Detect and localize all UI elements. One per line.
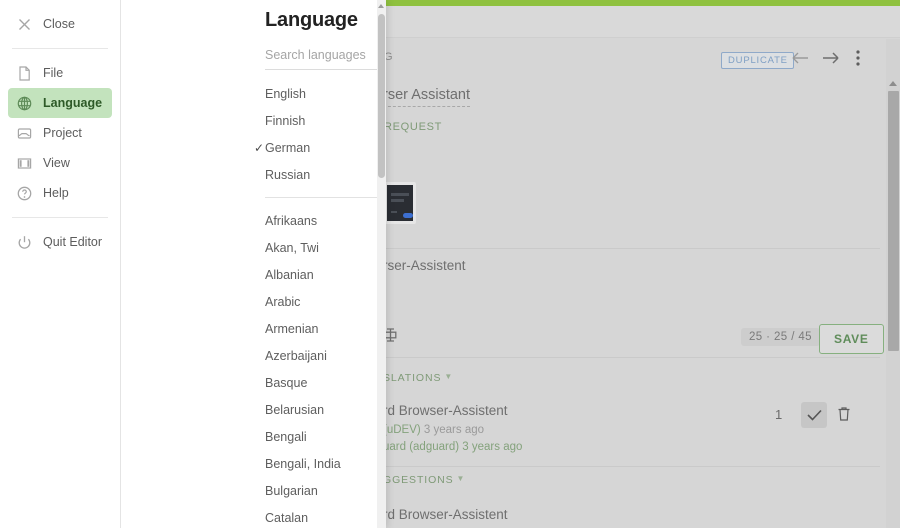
app-root: G DUPLICATE rser Assistant REQUEST rser-… [0,0,900,528]
language-option[interactable]: Finnish [121,107,386,134]
menu-item-label: File [43,66,64,80]
columns-icon [16,155,33,172]
author-time: 3 years ago [423,424,485,436]
page-title: Language [265,9,358,31]
language-option-label: Russian [265,167,311,182]
character-counter: 25 · 25 / 45 [741,328,820,346]
translations-section-header[interactable]: SLATIONS ▼ [383,372,453,384]
language-option[interactable]: Russian [121,161,386,188]
close-icon [16,16,33,33]
language-option[interactable]: ✓ German [121,134,386,161]
translation-approver: uard (adguard) 3 years ago [383,441,883,453]
menu-item-label: Language [43,96,103,110]
language-option[interactable]: Bengali, India [121,450,386,477]
language-option-label: German [265,140,311,155]
language-option[interactable]: Azerbaijani [121,342,386,369]
scroll-up-arrow-icon[interactable] [889,81,897,86]
language-option-label: Catalan [265,510,309,525]
language-option-label: English [265,86,306,101]
menu-item-language[interactable]: Language [8,88,112,118]
language-panel: Language EnglishFinnish✓GermanRussianAfr… [121,0,386,528]
language-option-label: Finnish [265,113,306,128]
language-option[interactable]: Akan, Twi [121,234,386,261]
language-option-label: Bengali [265,429,307,444]
request-link[interactable]: REQUEST [384,121,442,133]
approver-name: uard (adguard) [383,441,460,453]
language-option[interactable]: Catalan [121,504,386,528]
language-option-label: Bulgarian [265,483,318,498]
language-option[interactable]: English [121,80,386,107]
menu-item-file[interactable]: File [8,58,112,88]
approve-button[interactable] [801,402,827,428]
chevron-down-icon: ▼ [456,474,466,483]
duplicate-badge: DUPLICATE [721,52,794,69]
menu-divider [12,48,108,49]
language-option[interactable]: Arabic [121,288,386,315]
menu-item-label: Help [43,186,69,200]
language-option-label: Akan, Twi [265,240,319,255]
quit-editor-menu-item[interactable]: Quit Editor [8,227,112,257]
menu-item-help[interactable]: Help [8,178,112,208]
language-option-label: Afrikaans [265,213,318,228]
scroll-up-arrow-icon[interactable] [378,4,384,8]
target-string: rser-Assistent [383,258,466,273]
menu-item-project[interactable]: Project [8,118,112,148]
language-option-label: Armenian [265,321,319,336]
suggestions-label: GGESTIONS [383,474,454,486]
scrollbar-thumb[interactable] [378,14,385,178]
menu-item-label: Project [43,126,82,140]
divider [383,357,880,358]
close-menu-item[interactable]: Close [8,9,112,39]
more-options-icon[interactable] [855,49,861,67]
scrollbar-thumb[interactable] [888,91,899,351]
help-icon [16,185,33,202]
previous-string-icon[interactable] [790,50,810,66]
language-menu-overlay: Close File Language Project View Help Qu… [0,0,386,528]
divider [383,466,880,467]
suggestion-row[interactable]: rd Browser-Assistent [383,507,508,522]
language-option[interactable]: Albanian [121,261,386,288]
divider [383,248,880,249]
search-input[interactable] [265,48,386,70]
save-button[interactable]: SAVE [819,324,884,354]
language-option-label: Azerbaijani [265,348,327,363]
close-label: Close [43,17,75,31]
source-string: rser Assistant [383,87,471,107]
delete-translation-icon[interactable] [837,406,851,427]
menu-divider [12,217,108,218]
menu-sidebar: Close File Language Project View Help Qu… [0,0,121,528]
translations-label: SLATIONS [383,372,442,384]
screenshot-thumbnail[interactable] [384,182,416,224]
inbox-icon [16,125,33,142]
suggestions-section-header[interactable]: GGESTIONS ▼ [383,474,465,486]
power-icon [16,234,33,251]
language-option-label: Belarusian [265,402,325,417]
author-name: (uDEV) [383,424,421,436]
editor-scrollbar[interactable] [886,39,900,528]
language-option-label: Basque [265,375,308,390]
check-icon: ✓ [254,140,265,155]
menu-item-label: View [43,156,70,170]
menu-item-view[interactable]: View [8,148,112,178]
approver-time: 3 years ago [462,441,523,453]
file-icon [16,65,33,82]
next-string-icon[interactable] [821,50,841,66]
language-option[interactable]: Belarusian [121,396,386,423]
language-option[interactable]: Armenian [121,315,386,342]
language-option-label: Bengali, India [265,456,341,471]
list-divider [265,197,386,198]
globe-icon [16,95,33,112]
language-option-label: Albanian [265,267,314,282]
language-option[interactable]: Basque [121,369,386,396]
language-option-label: Arabic [265,294,301,309]
language-option[interactable]: Afrikaans [121,207,386,234]
language-list: English Finnish ✓ German Russian Afrikaans Aka… [121,80,386,528]
chevron-down-icon: ▼ [444,372,454,381]
vote-count: 1 [775,407,783,422]
quit-editor-label: Quit Editor [43,235,103,249]
language-option[interactable]: Bengali [121,423,386,450]
language-list-scrollbar[interactable] [377,0,386,528]
language-option[interactable]: Bulgarian [121,477,386,504]
